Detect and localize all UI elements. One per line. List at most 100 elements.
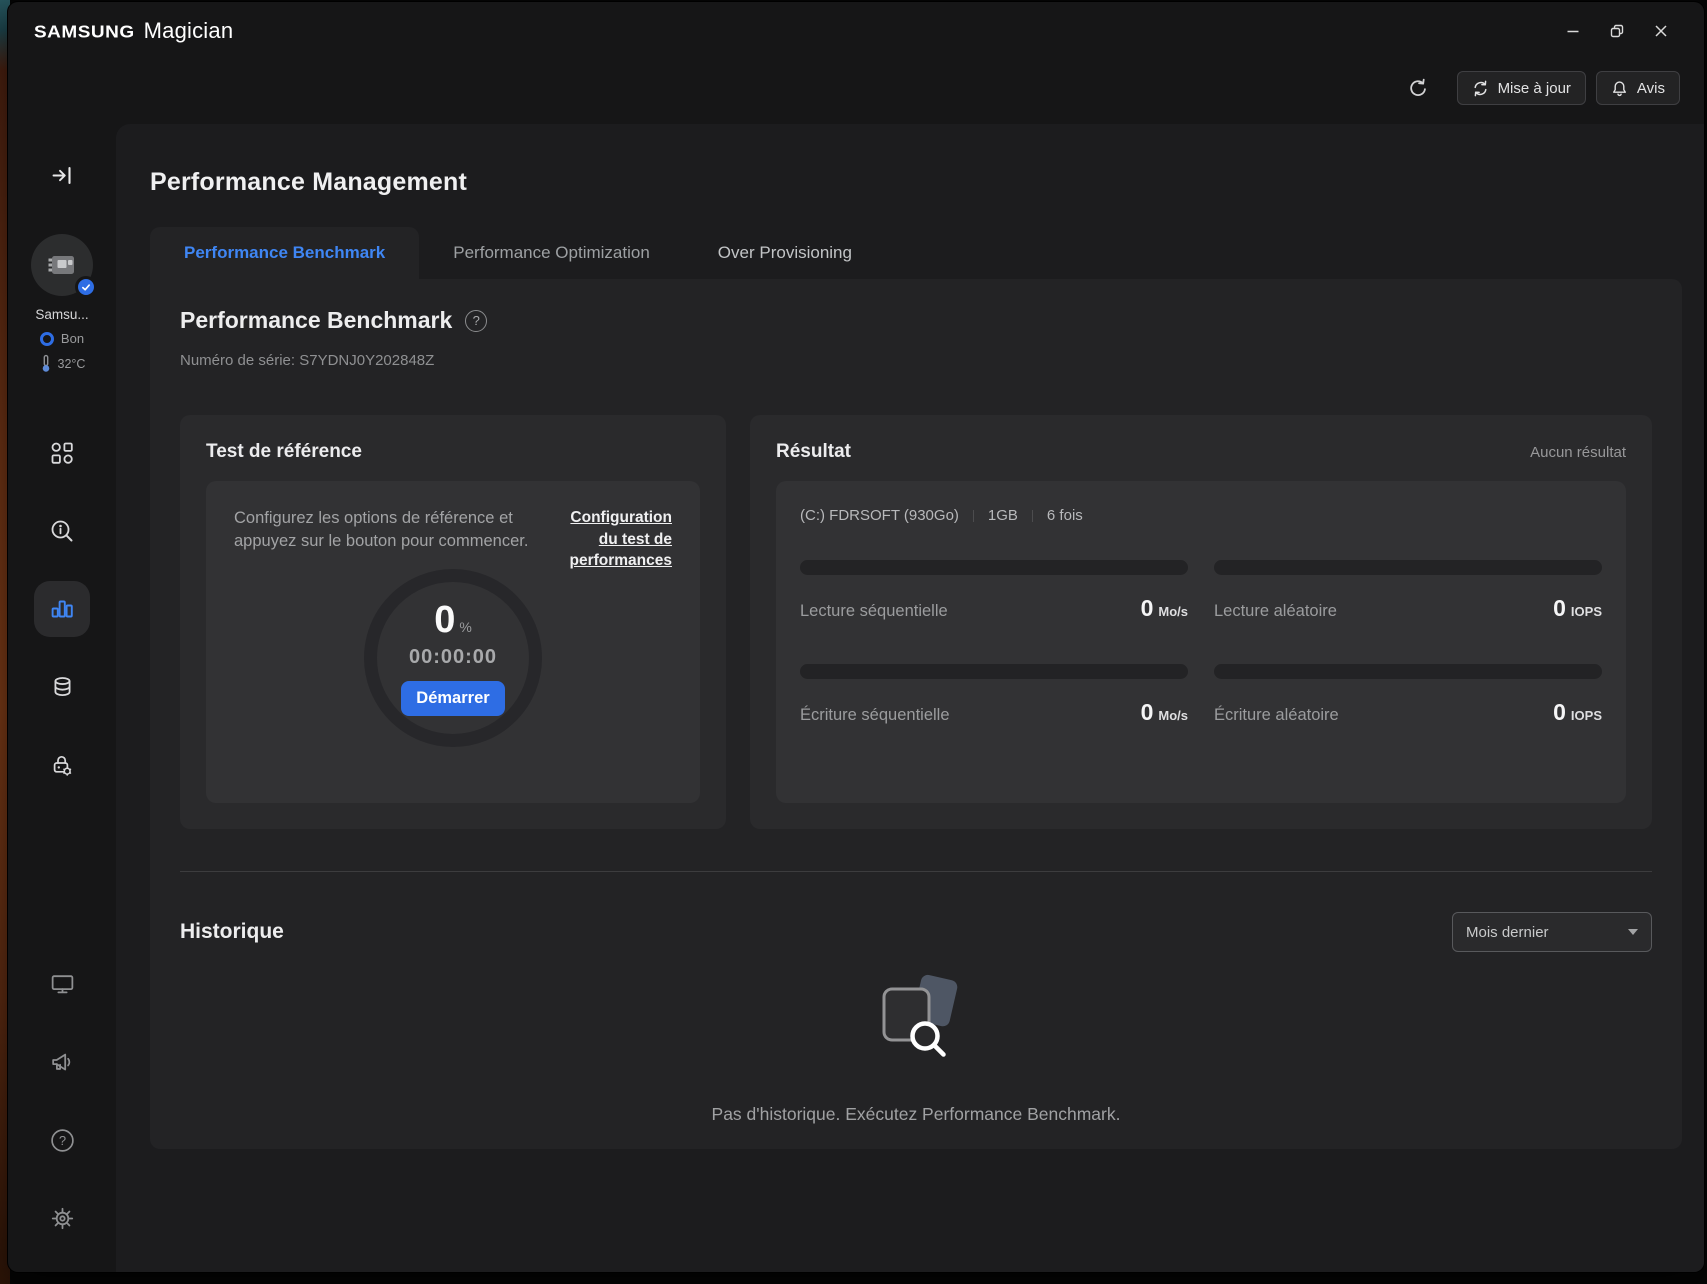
result-card-body: (C:) FDRSOFT (930Go) 1GB 6 fois Lecture … — [776, 481, 1626, 803]
sidebar-item-announcements[interactable] — [42, 1042, 82, 1082]
samsung-magician-window: SAMSUNG Magician Mise à jour Avis Samsu.… — [8, 2, 1704, 1272]
start-benchmark-button[interactable]: Démarrer — [401, 681, 505, 717]
refresh-button[interactable] — [1401, 71, 1435, 105]
restore-button[interactable] — [1608, 22, 1626, 40]
test-card-title: Test de référence — [206, 441, 362, 462]
sidebar-footer: ? — [42, 964, 82, 1238]
section-title: Performance Benchmark — [180, 307, 453, 333]
result-size: 1GB — [987, 507, 1018, 524]
minimize-button[interactable] — [1564, 22, 1582, 40]
metric-label: Lecture aléatoire — [1214, 602, 1337, 620]
bell-icon — [1612, 80, 1626, 96]
progress-value: 0 — [434, 599, 456, 642]
expand-sidebar-button[interactable] — [50, 164, 74, 188]
history-empty-message: Pas d'historique. Exécutez Performance B… — [711, 1104, 1121, 1124]
metric-label: Écriture séquentielle — [800, 706, 950, 724]
sidebar-item-performance-management[interactable] — [34, 581, 90, 637]
thermometer-icon — [42, 354, 49, 372]
progress-track — [1214, 664, 1602, 679]
metric-sequential-write: Écriture séquentielle 0 Mo/s — [800, 664, 1188, 726]
benchmark-result-card: Résultat Aucun résultat (C:) FDRSOFT (93… — [750, 415, 1652, 829]
monitor-icon — [51, 974, 73, 993]
tab-over-provisioning[interactable]: Over Provisioning — [684, 227, 886, 279]
metric-unit: Mo/s — [1158, 708, 1188, 723]
toolbar: Mise à jour Avis — [8, 60, 1704, 124]
elapsed-time: 00:00:00 — [408, 646, 498, 669]
progress-track — [1214, 560, 1602, 575]
samsung-brand-logo: SAMSUNG — [34, 22, 135, 43]
help-icon: ? — [50, 1128, 74, 1152]
section-divider — [180, 871, 1652, 872]
main-content: Performance Management Performance Bench… — [116, 124, 1704, 1272]
sidebar-item-data-management[interactable] — [34, 659, 90, 715]
sidebar-item-settings[interactable] — [42, 1198, 82, 1238]
test-card-body: Configurez les options de référence et a… — [206, 481, 700, 803]
health-label: Bon — [60, 331, 85, 346]
gear-icon — [51, 1207, 73, 1229]
separator — [972, 509, 974, 522]
sync-icon — [1474, 80, 1487, 96]
lock-gear-icon — [53, 755, 72, 776]
history-period-dropdown[interactable]: Mois dernier — [1452, 912, 1652, 952]
dropdown-value: Mois dernier — [1466, 923, 1549, 941]
bar-chart-icon — [51, 600, 73, 618]
apps-grid-icon — [51, 442, 73, 464]
serial-number: Numéro de série: S7YDNJ0Y202848Z — [180, 352, 435, 369]
sidebar-item-security[interactable] — [34, 737, 90, 793]
window-controls — [1564, 22, 1670, 40]
history-title: Historique — [180, 920, 284, 943]
sidebar-item-system[interactable] — [42, 964, 82, 1004]
history-empty-state: Pas d'historique. Exécutez Performance B… — [180, 952, 1652, 1125]
titlebar: SAMSUNG Magician — [8, 2, 1704, 60]
metric-label: Écriture aléatoire — [1214, 706, 1339, 724]
ssd-drive-icon — [48, 256, 74, 274]
drive-health-status: Bon — [39, 331, 85, 346]
separator — [1031, 509, 1033, 522]
expand-panel-icon — [52, 166, 71, 185]
sidebar-item-dashboard[interactable] — [34, 425, 90, 481]
database-icon — [54, 676, 70, 696]
progress-unit: % — [459, 619, 472, 636]
megaphone-icon — [51, 1053, 70, 1070]
benchmark-help-icon[interactable]: ? — [465, 309, 488, 332]
app-name: Magician — [143, 18, 234, 43]
result-config-row: (C:) FDRSOFT (930Go) 1GB 6 fois — [800, 507, 1602, 524]
tab-bar: Performance Benchmark Performance Optimi… — [150, 227, 1682, 279]
app-logo: SAMSUNG Magician — [34, 18, 233, 44]
drive-temperature: 32°C — [39, 354, 85, 373]
metric-unit: IOPS — [1570, 708, 1602, 723]
sidebar-item-drive-details[interactable] — [34, 503, 90, 559]
health-ring-icon — [39, 331, 54, 346]
svg-text:?: ? — [58, 1133, 65, 1148]
progress-track — [800, 664, 1188, 679]
metric-label: Lecture séquentielle — [800, 602, 948, 620]
tab-performance-benchmark[interactable]: Performance Benchmark — [150, 227, 420, 279]
result-drive: (C:) FDRSOFT (930Go) — [800, 507, 959, 524]
drive-name: Samsu... — [35, 307, 89, 322]
progress-track — [800, 560, 1188, 575]
chevron-down-icon — [1628, 929, 1638, 935]
benchmark-panel: Performance Benchmark ? Numéro de série:… — [150, 279, 1682, 1149]
metric-sequential-read: Lecture séquentielle 0 Mo/s — [800, 560, 1188, 622]
search-info-icon — [51, 520, 73, 542]
progress-gauge: 0 % 00:00:00 Démarrer — [364, 568, 542, 747]
notice-button[interactable]: Avis — [1595, 71, 1680, 105]
close-button[interactable] — [1652, 22, 1670, 40]
update-button[interactable]: Mise à jour — [1456, 71, 1586, 105]
no-history-icon — [882, 974, 958, 1057]
drive-avatar[interactable] — [31, 234, 97, 298]
sidebar: Samsu... Bon 32°C ? — [8, 124, 116, 1272]
metric-random-write: Écriture aléatoire 0 IOPS — [1214, 664, 1602, 726]
sidebar-item-help[interactable]: ? — [42, 1120, 82, 1160]
page-title: Performance Management — [150, 168, 467, 196]
result-card-title: Résultat — [776, 441, 851, 462]
tab-performance-optimization[interactable]: Performance Optimization — [419, 227, 684, 279]
metric-value: 0 — [1140, 595, 1154, 621]
result-runs: 6 fois — [1046, 507, 1083, 524]
no-result-label: Aucun résultat — [1530, 443, 1626, 461]
update-button-label: Mise à jour — [1497, 79, 1571, 97]
metric-unit: IOPS — [1570, 604, 1602, 619]
metric-value: 0 — [1553, 699, 1566, 725]
drive-health-badge — [75, 276, 97, 298]
benchmark-test-card: Test de référence Configurez les options… — [180, 415, 726, 829]
